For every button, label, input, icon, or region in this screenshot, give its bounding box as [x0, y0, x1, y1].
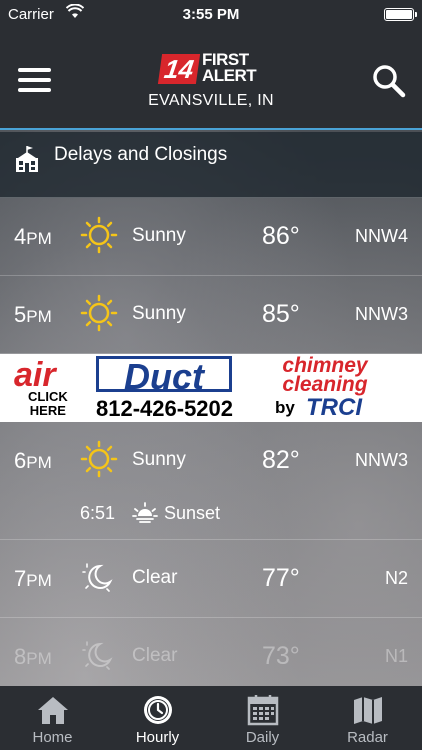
temperature-value: 85°	[262, 300, 300, 328]
station-logo: 14 FIRST ALERT	[157, 51, 264, 88]
tab-hourly[interactable]: Hourly	[105, 686, 210, 750]
sunset-info: 6:51 Sunset	[80, 502, 220, 524]
logo-line2: ALERT	[202, 66, 257, 85]
wind-value: N2	[384, 568, 408, 588]
sun-icon	[80, 440, 118, 478]
search-icon[interactable]	[372, 64, 406, 98]
condition-label: Sunny	[132, 449, 186, 470]
ad-by-text: by	[275, 398, 295, 417]
hour-label: 5PM	[14, 302, 52, 327]
school-icon	[16, 146, 38, 172]
map-icon	[354, 697, 382, 724]
condition-label: Sunny	[132, 303, 186, 324]
temperature-value: 73°	[262, 642, 300, 670]
app-header: 14 FIRST ALERT EVANSVILLE, IN	[0, 30, 422, 130]
clock-icon	[144, 696, 172, 724]
hourly-row-8pm[interactable]: 8PM Clear 73° N1	[0, 618, 422, 696]
wind-value: NNW3	[355, 450, 408, 470]
temperature-value: 77°	[262, 564, 300, 592]
ad-phone-number: 812-426-5202	[96, 396, 234, 421]
tab-radar[interactable]: Radar	[315, 686, 420, 750]
tab-label: Daily	[245, 729, 280, 746]
tab-label: Radar	[347, 729, 388, 746]
ad-chimney-text: chimney cleaning	[282, 354, 368, 396]
delays-closings-banner[interactable]: Delays and Closings	[0, 132, 422, 198]
hourly-row-7pm[interactable]: 7PM Clear 77° N2	[0, 540, 422, 618]
temperature-value: 82°	[262, 446, 300, 474]
hourly-row-4pm[interactable]: 4PM Sunny 86° NNW4	[0, 198, 422, 276]
hourly-row-5pm[interactable]: 5PM Sunny 85° NNW3	[0, 276, 422, 354]
logo-text: FIRST ALERT	[202, 51, 257, 85]
hour-label: 4PM	[14, 224, 52, 249]
logo-number: 14	[157, 54, 201, 84]
temperature-value: 86°	[262, 222, 300, 250]
location-label: EVANSVILLE, IN	[148, 92, 274, 109]
hourly-row-6pm[interactable]: 6PM Sunny 82° NNW3 6:51 Sunset	[0, 422, 422, 540]
wind-value: N1	[384, 646, 408, 666]
sunset-time: 6:51	[80, 503, 116, 523]
hour-label: 6PM	[14, 448, 52, 473]
moon-icon	[82, 563, 113, 592]
condition-label: Sunny	[132, 225, 186, 246]
ad-brand: TRCI	[306, 394, 362, 421]
moon-icon	[82, 641, 113, 670]
sunset-label: Sunset	[164, 503, 221, 523]
sun-icon	[80, 294, 118, 332]
condition-label: Clear	[132, 567, 178, 588]
menu-icon[interactable]	[18, 68, 51, 92]
battery-icon	[384, 8, 417, 21]
tab-label: Home	[32, 729, 73, 746]
hour-label: 8PM	[14, 644, 52, 669]
wind-value: NNW3	[355, 304, 408, 324]
hour-label: 7PM	[14, 566, 52, 591]
status-bar: Carrier 3:55 PM	[0, 0, 422, 30]
tab-daily[interactable]: Daily	[210, 686, 315, 750]
ad-click-here[interactable]: CLICK HERE	[28, 390, 68, 418]
ad-duct-text: Duct	[96, 356, 232, 395]
condition-label: Clear	[132, 645, 178, 666]
calendar-icon	[247, 695, 279, 726]
sun-icon	[80, 216, 118, 254]
ad-banner[interactable]: air Duct chimney cleaning CLICK HERE 812…	[0, 354, 422, 422]
tab-bar: Home Hourly Daily Radar	[0, 686, 422, 750]
sunset-icon	[132, 502, 158, 523]
tab-label: Hourly	[135, 729, 180, 746]
wind-value: NNW4	[355, 226, 408, 246]
delays-label: Delays and Closings	[54, 144, 228, 165]
tab-home[interactable]: Home	[0, 686, 105, 750]
home-icon	[38, 697, 68, 724]
clock-time: 3:55 PM	[182, 6, 240, 23]
